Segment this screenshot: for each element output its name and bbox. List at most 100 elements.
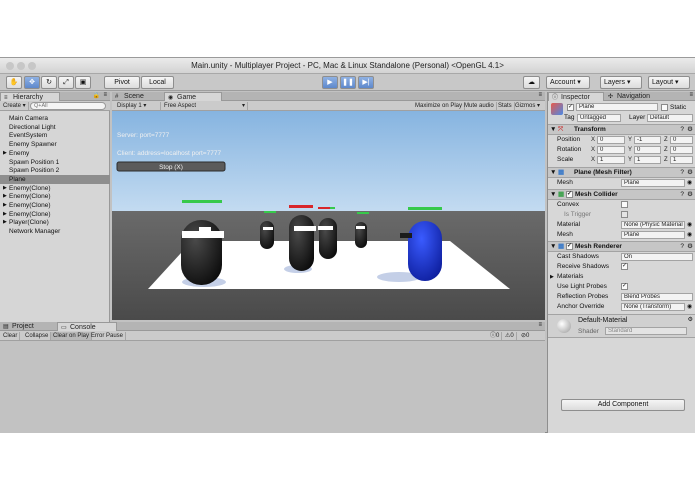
info-count-toggle[interactable]: ⓘ0: [488, 332, 503, 340]
anchor-override-field[interactable]: None (Transform): [621, 303, 685, 311]
hierarchy-item[interactable]: Plane: [0, 174, 110, 184]
layout-dropdown[interactable]: Layout ▾: [648, 76, 690, 89]
hierarchy-search-input[interactable]: [30, 102, 106, 110]
hierarchy-item[interactable]: ▶ Enemy(Clone): [0, 184, 110, 193]
object-picker-icon[interactable]: ◉: [687, 178, 692, 188]
tab-project[interactable]: ▤ Project: [0, 322, 55, 331]
expand-arrow-icon[interactable]: ▶: [3, 184, 7, 193]
gizmos-dropdown[interactable]: Gizmos ▾: [513, 102, 542, 110]
shader-dropdown[interactable]: Standard: [605, 327, 687, 335]
object-picker-icon[interactable]: ◉: [687, 230, 692, 240]
mesh-renderer-header[interactable]: ▼ ▦ ✓ Mesh Renderer ? ⚙: [548, 241, 695, 252]
tab-inspector[interactable]: ⓘ Inspector: [548, 92, 604, 101]
settings-gear-icon[interactable]: ⚙: [687, 242, 693, 252]
clear-button[interactable]: Clear: [1, 332, 21, 340]
mesh-filter-header[interactable]: ▼ ▦ Plane (Mesh Filter) ? ⚙: [548, 167, 695, 178]
collider-mesh-field[interactable]: Plane: [621, 231, 685, 239]
account-dropdown[interactable]: Account ▾: [546, 76, 590, 89]
play-button[interactable]: ▶: [322, 76, 338, 89]
mesh-collider-header[interactable]: ▼ ▦ ✓ Mesh Collider ? ⚙: [548, 189, 695, 200]
hand-tool-icon[interactable]: ✋: [6, 76, 22, 89]
local-button[interactable]: Local: [141, 76, 174, 89]
convex-checkbox[interactable]: [621, 201, 628, 208]
material-header[interactable]: Default-Material Shader Standard ⚙: [548, 314, 695, 338]
help-icon[interactable]: ?: [680, 190, 684, 200]
position-y-field[interactable]: -1: [634, 136, 661, 144]
settings-gear-icon[interactable]: ⚙: [687, 190, 693, 200]
panel-menu-icon[interactable]: ≡: [103, 92, 107, 98]
aspect-dropdown[interactable]: Free Aspect ▾: [162, 102, 248, 110]
rotation-z-field[interactable]: 0: [670, 146, 693, 154]
tab-navigation[interactable]: ✣ Navigation: [605, 92, 663, 101]
stats-toggle[interactable]: Stats: [496, 102, 515, 110]
rect-tool-icon[interactable]: ▣: [75, 76, 91, 89]
pause-button[interactable]: ❚❚: [340, 76, 356, 89]
object-picker-icon[interactable]: ◉: [687, 302, 692, 312]
settings-gear-icon[interactable]: ⚙: [687, 125, 693, 135]
mesh-collider-enabled-checkbox[interactable]: ✓: [566, 191, 573, 198]
collider-material-field[interactable]: None (Physic Material: [621, 221, 685, 229]
game-viewport[interactable]: Server: port=7777 Client: address=localh…: [112, 111, 545, 320]
expand-arrow-icon[interactable]: ▶: [3, 210, 7, 219]
tab-console[interactable]: ▭ Console: [57, 322, 117, 331]
rotate-tool-icon[interactable]: ↻: [41, 76, 57, 89]
tab-scene[interactable]: # Scene: [112, 92, 162, 101]
cast-shadows-dropdown[interactable]: On: [621, 253, 693, 261]
reflection-probes-dropdown[interactable]: Blend Probes: [621, 293, 693, 301]
hierarchy-item[interactable]: ▶ Enemy(Clone): [0, 192, 110, 201]
static-checkbox[interactable]: [661, 104, 668, 111]
transform-header[interactable]: ▼ ⤧ Transform ? ⚙: [548, 124, 695, 135]
object-picker-icon[interactable]: ◉: [687, 220, 692, 230]
rotation-y-field[interactable]: 0: [634, 146, 661, 154]
position-z-field[interactable]: 0: [670, 136, 693, 144]
zoom-window-icon[interactable]: [28, 62, 36, 70]
hierarchy-item[interactable]: Network Manager: [0, 227, 110, 236]
collapse-toggle[interactable]: Collapse: [23, 332, 52, 340]
hierarchy-item[interactable]: ▶ Enemy: [0, 149, 110, 158]
move-tool-icon[interactable]: ✥: [24, 76, 40, 89]
hierarchy-item[interactable]: ▶ Player(Clone): [0, 218, 110, 227]
tab-game[interactable]: ◉ Game: [164, 92, 222, 101]
hierarchy-item[interactable]: ▶ Enemy(Clone): [0, 201, 110, 210]
layer-dropdown[interactable]: Default: [647, 114, 693, 122]
view-menu-icon[interactable]: ≡: [538, 92, 542, 98]
mesh-renderer-enabled-checkbox[interactable]: ✓: [566, 243, 573, 250]
settings-gear-icon[interactable]: ⚙: [688, 316, 693, 323]
warning-count-toggle[interactable]: ⚠0: [503, 332, 517, 340]
expand-arrow-icon[interactable]: ▶: [3, 192, 7, 201]
maximize-on-play-toggle[interactable]: Maximize on Play: [413, 102, 466, 110]
hierarchy-item[interactable]: Directional Light: [0, 123, 110, 132]
object-name-field[interactable]: Plane: [576, 103, 658, 111]
hierarchy-item[interactable]: Spawn Position 2: [0, 166, 110, 175]
pivot-button[interactable]: Pivot: [104, 76, 140, 89]
tab-hierarchy[interactable]: ≡ Hierarchy: [0, 92, 60, 101]
stop-button[interactable]: Stop (X): [116, 161, 226, 172]
error-count-toggle[interactable]: ⊘0: [519, 332, 531, 340]
hierarchy-item[interactable]: EventSystem: [0, 131, 110, 140]
receive-shadows-checkbox[interactable]: ✓: [621, 263, 628, 270]
position-x-field[interactable]: 0: [597, 136, 625, 144]
lock-icon[interactable]: 🔒: [93, 92, 100, 99]
help-icon[interactable]: ?: [680, 242, 684, 252]
mute-audio-toggle[interactable]: Mute audio: [462, 102, 497, 110]
scale-tool-icon[interactable]: ⤢: [58, 76, 74, 89]
close-window-icon[interactable]: [6, 62, 14, 70]
settings-gear-icon[interactable]: ⚙: [687, 168, 693, 178]
hierarchy-item[interactable]: ▶ Enemy(Clone): [0, 210, 110, 219]
hierarchy-item[interactable]: Spawn Position 1: [0, 158, 110, 167]
console-log-area[interactable]: [0, 342, 545, 433]
hierarchy-item[interactable]: Main Camera: [0, 114, 110, 123]
expand-arrow-icon[interactable]: ▶: [3, 201, 7, 210]
step-button[interactable]: ▶|: [358, 76, 374, 89]
console-menu-icon[interactable]: ≡: [538, 322, 542, 328]
layers-dropdown[interactable]: Layers ▾: [600, 76, 642, 89]
materials-row[interactable]: ▶ Materials: [548, 272, 695, 282]
help-icon[interactable]: ?: [680, 125, 684, 135]
scale-y-field[interactable]: 1: [634, 156, 661, 164]
error-pause-toggle[interactable]: Error Pause: [89, 332, 127, 340]
add-component-button[interactable]: Add Component: [561, 399, 685, 411]
tag-dropdown[interactable]: Untagged: [577, 114, 621, 122]
active-checkbox[interactable]: ✓: [567, 104, 574, 111]
inspector-menu-icon[interactable]: ≡: [689, 92, 693, 98]
mesh-filter-mesh-field[interactable]: Plane: [621, 179, 685, 187]
